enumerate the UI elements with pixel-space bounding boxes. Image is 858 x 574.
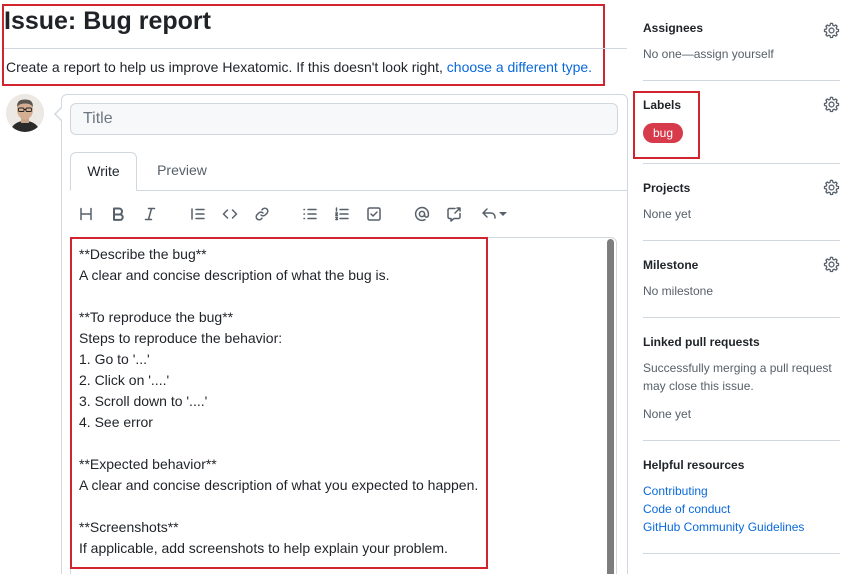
sidebar-divider xyxy=(643,553,840,554)
italic-button[interactable] xyxy=(138,202,162,226)
sidebar-divider xyxy=(643,80,840,81)
link-icon xyxy=(255,207,269,221)
ordered-list-icon xyxy=(335,207,349,221)
projects-value: None yet xyxy=(643,207,692,221)
gear-icon xyxy=(823,179,840,196)
bug-label[interactable]: bug xyxy=(643,123,684,143)
header-divider-extension xyxy=(603,48,627,49)
projects-settings-button[interactable] xyxy=(823,179,840,196)
task-list-icon xyxy=(367,207,381,221)
quote-button[interactable] xyxy=(186,202,210,226)
unordered-list-button[interactable] xyxy=(298,202,322,226)
tab-write[interactable]: Write xyxy=(70,152,137,191)
linked-prs-value: None yet xyxy=(643,407,692,421)
composer-caret-fill xyxy=(56,107,63,121)
sidebar-divider xyxy=(643,317,840,318)
avatar-image xyxy=(6,94,44,132)
helpful-resources-heading: Helpful resources xyxy=(643,458,745,472)
template-description: Create a report to help us improve Hexat… xyxy=(6,58,592,76)
code-of-conduct-link[interactable]: Code of conduct xyxy=(643,500,730,518)
gear-icon xyxy=(823,256,840,273)
heading-button[interactable] xyxy=(74,202,98,226)
template-description-text: Create a report to help us improve Hexat… xyxy=(6,59,447,75)
quote-icon xyxy=(191,208,205,220)
sidebar-divider xyxy=(643,440,840,441)
gear-icon xyxy=(823,22,840,39)
linked-prs-description: Successfully merging a pull request may … xyxy=(643,361,832,393)
heading-icon xyxy=(80,207,92,221)
labels-settings-button[interactable] xyxy=(823,96,840,113)
reply-menu-button[interactable] xyxy=(478,202,510,226)
unordered-list-icon xyxy=(303,208,317,220)
assignees-settings-button[interactable] xyxy=(823,22,840,39)
textarea-scrollbar[interactable] xyxy=(607,239,614,574)
community-guidelines-link[interactable]: GitHub Community Guidelines xyxy=(643,518,804,536)
issue-body-highlight xyxy=(70,237,488,569)
page-title: Issue: Bug report xyxy=(4,7,211,35)
sidebar-divider xyxy=(643,163,840,164)
assign-yourself-link[interactable]: No one—assign yourself xyxy=(643,45,774,63)
sidebar-divider xyxy=(643,240,840,241)
labels-heading[interactable]: Labels xyxy=(643,98,681,112)
gear-icon xyxy=(823,96,840,113)
link-button[interactable] xyxy=(250,202,274,226)
milestone-settings-button[interactable] xyxy=(823,256,840,273)
italic-icon xyxy=(144,207,156,221)
contributing-link[interactable]: Contributing xyxy=(643,482,708,500)
bold-icon xyxy=(113,207,124,221)
bold-button[interactable] xyxy=(106,202,130,226)
projects-heading[interactable]: Projects xyxy=(643,181,690,195)
code-button[interactable] xyxy=(218,202,242,226)
reference-button[interactable] xyxy=(442,202,466,226)
title-input[interactable] xyxy=(70,103,618,135)
mention-button[interactable] xyxy=(410,202,434,226)
chevron-down-icon xyxy=(499,212,507,216)
milestone-value: No milestone xyxy=(643,284,714,298)
reply-icon xyxy=(482,208,496,219)
assignees-heading[interactable]: Assignees xyxy=(643,21,703,35)
task-list-button[interactable] xyxy=(362,202,386,226)
ordered-list-button[interactable] xyxy=(330,202,354,226)
choose-different-type-link[interactable]: choose a different type. xyxy=(447,59,592,75)
linked-prs-heading: Linked pull requests xyxy=(643,335,760,349)
avatar[interactable] xyxy=(6,94,44,132)
tab-preview[interactable]: Preview xyxy=(147,152,217,191)
mention-icon xyxy=(414,206,430,222)
milestone-heading[interactable]: Milestone xyxy=(643,258,698,272)
code-icon xyxy=(222,209,238,219)
header-divider xyxy=(4,48,603,49)
reference-icon xyxy=(447,207,461,222)
